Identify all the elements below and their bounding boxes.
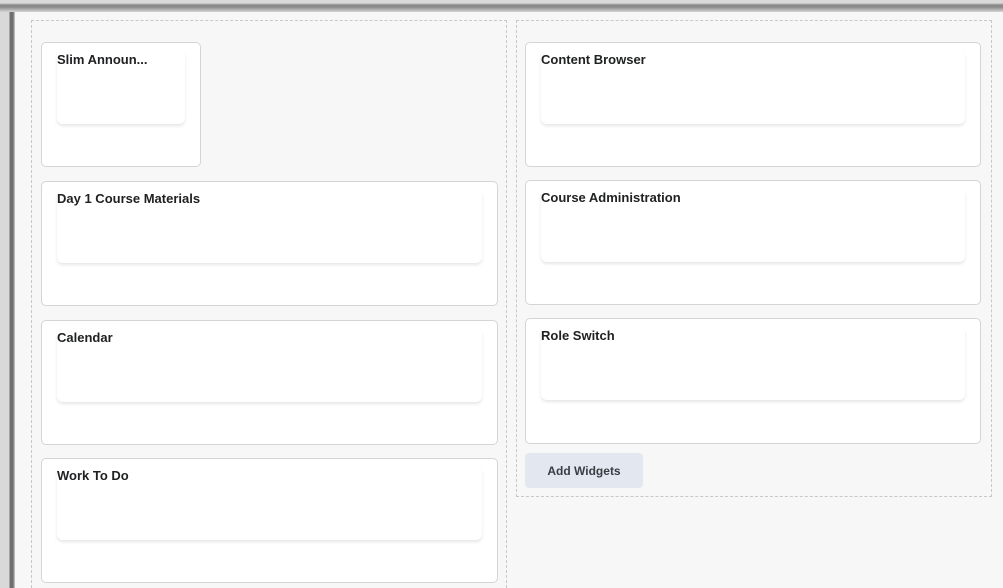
widget-title: Calendar bbox=[57, 330, 113, 345]
widget-work-to-do[interactable]: Work To Do bbox=[41, 458, 498, 583]
add-widgets-button[interactable]: Add Widgets bbox=[525, 453, 643, 488]
widget-title: Course Administration bbox=[541, 190, 681, 205]
widget-calendar[interactable]: Calendar bbox=[41, 320, 498, 445]
widget-content-area bbox=[57, 329, 482, 402]
widget-title: Content Browser bbox=[541, 52, 646, 67]
widget-title: Day 1 Course Materials bbox=[57, 191, 201, 206]
widget-title: Slim Announ... bbox=[57, 52, 148, 67]
widget-role-switch[interactable]: Role Switch bbox=[525, 318, 981, 444]
widget-title: Role Switch bbox=[541, 328, 615, 343]
homepage-layout-editor: Slim Announ... Day 1 Course Materials Ca… bbox=[0, 0, 1003, 588]
window-edge-top bbox=[0, 0, 1003, 12]
widget-day-1-course-materials[interactable]: Day 1 Course Materials bbox=[41, 181, 498, 306]
widget-content-browser[interactable]: Content Browser bbox=[525, 42, 981, 167]
widget-title: Work To Do bbox=[57, 468, 129, 483]
widget-slim-announcements[interactable]: Slim Announ... bbox=[41, 42, 201, 167]
window-edge-left bbox=[0, 0, 15, 588]
widget-course-administration[interactable]: Course Administration bbox=[525, 180, 981, 305]
